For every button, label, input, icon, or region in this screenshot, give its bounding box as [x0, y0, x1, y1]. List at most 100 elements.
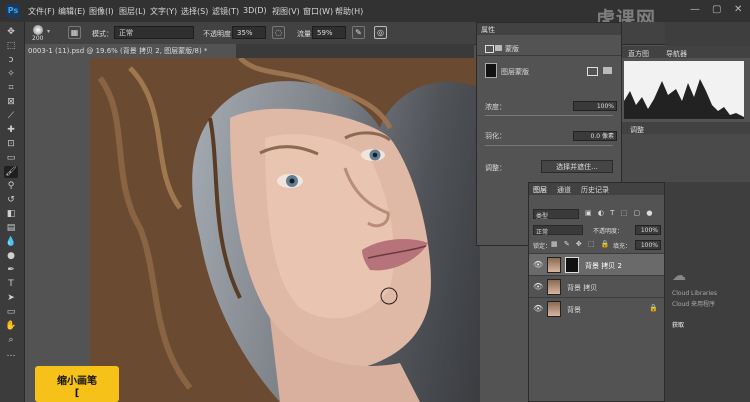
- clone-stamp-tool-icon[interactable]: ⚲: [4, 180, 18, 192]
- menu-view[interactable]: 视图(V): [272, 6, 300, 17]
- tooltip-shortcut: [: [74, 388, 80, 399]
- canvas-image[interactable]: [90, 58, 480, 402]
- crop-tool-icon[interactable]: ⌗: [4, 82, 18, 94]
- brush-tool-icon[interactable]: 🖌: [4, 166, 18, 178]
- properties-title: 属性: [481, 26, 495, 34]
- layer-name[interactable]: 背景: [567, 305, 581, 315]
- pen-tool-icon[interactable]: ✒: [4, 264, 18, 276]
- tooltip-title: 缩小画笔: [57, 376, 97, 387]
- shape-tool-icon[interactable]: ▭: [4, 306, 18, 318]
- quick-select-tool-icon[interactable]: ✧: [4, 68, 18, 80]
- layer-name[interactable]: 背景 拷贝 2: [585, 261, 622, 271]
- menu-help[interactable]: 帮助(H): [335, 6, 363, 17]
- type-tool-icon[interactable]: T: [4, 278, 18, 290]
- shortcut-tooltip: 缩小画笔 [: [35, 366, 119, 402]
- airbrush-icon[interactable]: ✎: [352, 26, 365, 39]
- tab-layers[interactable]: 图层: [533, 185, 547, 195]
- tab-histogram[interactable]: 直方图: [628, 49, 649, 59]
- menu-window[interactable]: 窗口(W): [303, 6, 333, 17]
- menu-filter[interactable]: 滤镜(T): [212, 6, 239, 17]
- portrait-photo: [90, 58, 480, 402]
- layer-row[interactable]: 👁 背景 🔒: [529, 297, 664, 319]
- layer-mask-thumbnail[interactable]: [565, 257, 579, 273]
- adjustments-panel: 调整: [622, 122, 750, 182]
- eraser-tool-icon[interactable]: ◧: [4, 208, 18, 220]
- fill-label: 填充：: [613, 243, 632, 250]
- layer-name[interactable]: 背景 拷贝: [567, 283, 597, 293]
- brush-settings-icon[interactable]: ▦: [68, 26, 81, 39]
- blend-mode-select[interactable]: 正常: [533, 225, 583, 236]
- frame-tool-icon[interactable]: ⊠: [4, 96, 18, 108]
- lasso-tool-icon[interactable]: ↄ: [4, 54, 18, 66]
- select-pixel-mask-icon[interactable]: [587, 67, 598, 76]
- density-label: 浓度：: [485, 103, 506, 111]
- layer-filter-select[interactable]: 类型: [533, 209, 579, 220]
- hand-tool-icon[interactable]: ✋: [4, 320, 18, 332]
- tab-channels[interactable]: 通道: [557, 185, 571, 195]
- layer-opacity-input[interactable]: 100%: [635, 225, 661, 235]
- vector-mask-icon[interactable]: [495, 45, 502, 51]
- menu-file[interactable]: 文件(F): [28, 6, 55, 17]
- blur-tool-icon[interactable]: 💧: [4, 236, 18, 248]
- cloud-app-text: Cloud 来用程序: [672, 301, 716, 308]
- feather-slider[interactable]: [485, 145, 613, 146]
- tab-adjust[interactable]: 调整: [630, 125, 644, 135]
- density-input[interactable]: 100%: [573, 101, 617, 111]
- bandage-tool-icon[interactable]: ▭: [4, 152, 18, 164]
- feather-label: 羽化：: [485, 132, 506, 140]
- layer-row[interactable]: 👁 背景 拷贝: [529, 275, 664, 297]
- eye-icon[interactable]: 👁: [533, 260, 543, 269]
- document-tab[interactable]: 0003-1 (11).psd @ 19.6% (背景 拷贝 2, 图层蒙版/8…: [24, 44, 236, 58]
- move-tool-icon[interactable]: ✥: [4, 26, 18, 38]
- lock-icons[interactable]: ▦ ✎ ✥ ⬚ 🔒: [551, 240, 612, 248]
- menu-image[interactable]: 图像(I): [89, 6, 114, 17]
- brush-tip-icon: [33, 25, 43, 35]
- marquee-tool-icon[interactable]: ⬚: [4, 40, 18, 52]
- layer-filter-icons[interactable]: ▣ ◐ T ⬚ ▢ ●: [585, 209, 654, 217]
- flow-input[interactable]: 59%: [312, 26, 346, 39]
- blend-mode-value: 正常: [536, 229, 549, 236]
- more-tools-icon[interactable]: …: [4, 348, 18, 360]
- brush-preset-picker[interactable]: 200 ▾: [29, 24, 59, 42]
- mode-select[interactable]: 正常: [114, 26, 194, 39]
- pressure-opacity-icon[interactable]: ◌: [272, 26, 285, 39]
- tab-navigator[interactable]: 导航器: [666, 49, 687, 59]
- zoom-tool-icon[interactable]: ⌕: [4, 334, 18, 346]
- healing-brush-tool-icon[interactable]: ✚: [4, 124, 18, 136]
- refine-label: 调整：: [485, 164, 506, 172]
- fill-input[interactable]: 100%: [635, 240, 661, 250]
- cloud-get-link[interactable]: 获取: [672, 320, 684, 329]
- lock-label: 锁定：: [533, 243, 552, 250]
- opacity-input[interactable]: 35%: [232, 26, 266, 39]
- feather-input[interactable]: 0.0 像素: [573, 131, 617, 141]
- layer-thumbnail: [547, 301, 561, 317]
- tab-history[interactable]: 历史记录: [581, 185, 609, 195]
- history-brush-tool-icon[interactable]: ↺: [4, 194, 18, 206]
- properties-header: [477, 23, 621, 35]
- close-icon[interactable]: ✕: [734, 4, 742, 15]
- layer-row[interactable]: 👁 背景 拷贝 2: [529, 253, 664, 275]
- menu-edit[interactable]: 编辑(E): [58, 6, 85, 17]
- eye-icon[interactable]: 👁: [533, 282, 543, 291]
- pressure-size-icon[interactable]: ◎: [374, 26, 387, 39]
- divider: [477, 55, 621, 56]
- menu-layer[interactable]: 图层(L): [119, 6, 146, 17]
- gradient-tool-icon[interactable]: ▤: [4, 222, 18, 234]
- eye-icon[interactable]: 👁: [533, 304, 543, 313]
- patch-tool-icon[interactable]: ⊡: [4, 138, 18, 150]
- filter-type-label: 类型: [536, 213, 549, 220]
- brush-size-value: 200: [32, 35, 44, 42]
- menu-3d[interactable]: 3D(D): [243, 6, 267, 15]
- layer-opacity-label: 不透明度：: [593, 228, 624, 235]
- select-and-mask-button[interactable]: 选择并遮住...: [541, 160, 613, 173]
- pixel-mask-icon[interactable]: [485, 45, 494, 53]
- menu-select[interactable]: 选择(S): [181, 6, 208, 17]
- path-select-tool-icon[interactable]: ➤: [4, 292, 18, 304]
- dodge-tool-icon[interactable]: ●: [4, 250, 18, 262]
- add-vector-mask-icon[interactable]: [603, 67, 612, 74]
- menu-type[interactable]: 文字(Y): [150, 6, 177, 17]
- maximize-icon[interactable]: ▢: [712, 4, 721, 15]
- eyedropper-tool-icon[interactable]: ⟋: [4, 110, 18, 122]
- density-slider[interactable]: [485, 115, 613, 116]
- minimize-icon[interactable]: —: [690, 4, 700, 15]
